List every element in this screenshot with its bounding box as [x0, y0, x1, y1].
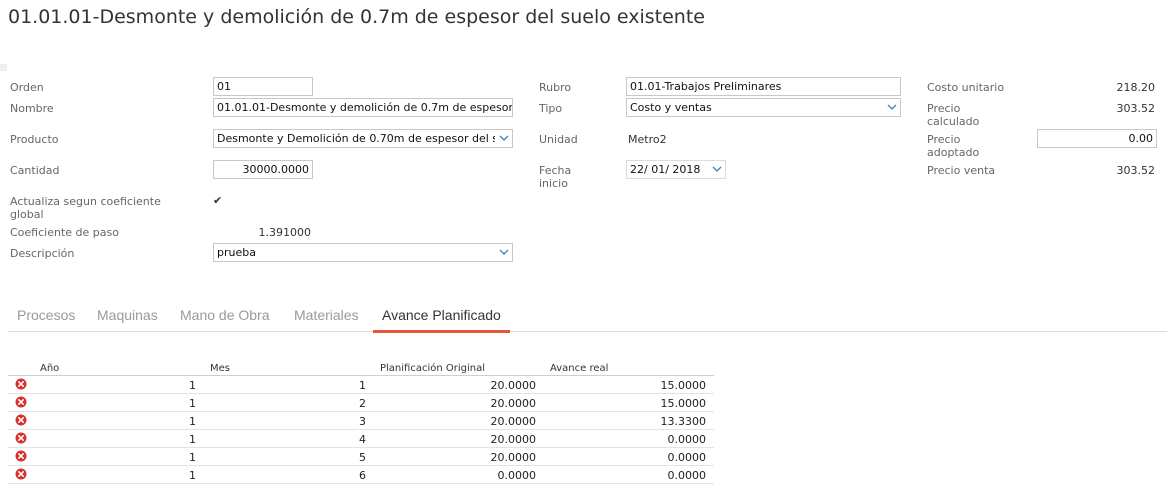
actualiza-coeficiente-label: Actualiza segun coeficiente global: [10, 195, 161, 221]
table-row[interactable]: 1 5 20.0000 0.0000: [8, 448, 714, 466]
cell-mes: 1: [359, 379, 366, 392]
cell-avance: 15.0000: [660, 397, 707, 410]
cell-anio: 1: [189, 469, 196, 482]
precio-calculado-label: Precio calculado: [927, 102, 980, 128]
col-header-anio[interactable]: Año: [40, 363, 59, 374]
table-row[interactable]: 1 3 20.0000 13.3300: [8, 412, 714, 430]
cell-avance: 15.0000: [660, 379, 707, 392]
fecha-inicio-label: Fecha inicio: [539, 164, 572, 190]
table-row[interactable]: 1 1 20.0000 15.0000: [8, 376, 714, 394]
nombre-input[interactable]: 01.01.01-Desmonte y demolición de 0.7m d…: [213, 98, 513, 117]
grid-header: Año Mes Planificación Original Avance re…: [8, 360, 714, 376]
panel-corner-marker: [0, 64, 7, 71]
tab-bar: Procesos Maquinas Mano de Obra Materiale…: [8, 296, 1167, 333]
cell-mes: 6: [359, 469, 366, 482]
cell-planificacion: 20.0000: [490, 451, 537, 464]
cell-anio: 1: [189, 379, 196, 392]
producto-select-value: Desmonte y Demolición de 0.70m de espeso…: [217, 132, 495, 145]
cell-anio: 1: [189, 451, 196, 464]
descripcion-select[interactable]: prueba: [213, 243, 513, 262]
page-title: 01.01.01-Desmonte y demolición de 0.7m d…: [8, 6, 705, 28]
cell-planificacion: 20.0000: [490, 379, 537, 392]
cantidad-input[interactable]: 30000.0000: [213, 160, 313, 179]
descripcion-select-value: prueba: [217, 246, 256, 259]
delete-row-icon[interactable]: [15, 432, 27, 444]
precio-venta-label: Precio venta: [927, 164, 996, 177]
col-header-avance[interactable]: Avance real: [550, 363, 608, 374]
delete-row-icon[interactable]: [15, 378, 27, 390]
precio-venta-value: 303.52: [1116, 164, 1156, 177]
grid-body: 1 1 20.0000 15.0000 1 2 20.0000 15.0000 1 3 20.000…: [8, 376, 714, 484]
rubro-label: Rubro: [539, 81, 572, 94]
chevron-down-icon: [712, 163, 722, 175]
tab-maquinas[interactable]: Maquinas: [97, 306, 158, 331]
delete-row-icon[interactable]: [15, 468, 27, 480]
costo-unitario-value: 218.20: [1116, 81, 1156, 94]
cell-mes: 4: [359, 433, 366, 446]
precio-adoptado-input-value: 0.00: [1128, 132, 1154, 145]
fecha-inicio-value: 22/ 01/ 2018: [630, 163, 701, 176]
cell-avance: 13.3300: [660, 415, 707, 428]
delete-row-icon[interactable]: [15, 414, 27, 426]
cell-planificacion: 20.0000: [490, 397, 537, 410]
cell-planificacion: 20.0000: [490, 415, 537, 428]
cell-mes: 2: [359, 397, 366, 410]
unidad-label: Unidad: [539, 133, 578, 146]
actualiza-coeficiente-checkbox[interactable]: ✔: [213, 195, 225, 207]
cell-planificacion: 20.0000: [490, 433, 537, 446]
tipo-select[interactable]: Costo y ventas: [626, 98, 901, 117]
cell-anio: 1: [189, 433, 196, 446]
cell-mes: 3: [359, 415, 366, 428]
chevron-down-icon: [499, 132, 509, 144]
orden-label: Orden: [10, 81, 44, 94]
table-row[interactable]: 1 6 0.0000 0.0000: [8, 466, 714, 484]
rubro-input-value: 01.01-Trabajos Preliminares: [630, 80, 782, 93]
nombre-label: Nombre: [10, 102, 54, 115]
cantidad-label: Cantidad: [10, 164, 60, 177]
costo-unitario-label: Costo unitario: [927, 81, 1005, 94]
orden-input-value: 01: [217, 80, 231, 93]
chevron-down-icon: [887, 101, 897, 113]
tab-mano-de-obra[interactable]: Mano de Obra: [180, 306, 270, 331]
producto-select[interactable]: Desmonte y Demolición de 0.70m de espeso…: [213, 129, 513, 148]
tipo-select-value: Costo y ventas: [630, 101, 712, 114]
cantidad-input-value: 30000.0000: [242, 163, 309, 176]
descripcion-label: Descripción: [10, 247, 75, 260]
precio-adoptado-input[interactable]: 0.00: [1037, 129, 1157, 148]
coeficiente-paso-value: 1.391000: [258, 226, 312, 239]
cell-anio: 1: [189, 397, 196, 410]
table-row[interactable]: 1 4 20.0000 0.0000: [8, 430, 714, 448]
coeficiente-paso-label: Coeficiente de paso: [10, 226, 119, 239]
chevron-down-icon: [499, 246, 509, 258]
cell-anio: 1: [189, 415, 196, 428]
table-row[interactable]: 1 2 20.0000 15.0000: [8, 394, 714, 412]
unidad-value: Metro2: [628, 133, 667, 146]
tab-procesos[interactable]: Procesos: [17, 306, 75, 331]
tab-avance-planificado[interactable]: Avance Planificado: [373, 306, 510, 333]
tab-materiales[interactable]: Materiales: [294, 306, 359, 331]
cell-avance: 0.0000: [667, 469, 707, 482]
rubro-input[interactable]: 01.01-Trabajos Preliminares: [626, 77, 901, 96]
fecha-inicio-picker[interactable]: 22/ 01/ 2018: [626, 160, 726, 179]
cell-planificacion: 0.0000: [497, 469, 537, 482]
producto-label: Producto: [10, 133, 59, 146]
precio-calculado-value: 303.52: [1116, 102, 1156, 115]
nombre-input-value: 01.01.01-Desmonte y demolición de 0.7m d…: [217, 101, 513, 114]
tipo-label: Tipo: [539, 102, 563, 115]
orden-input[interactable]: 01: [213, 77, 313, 96]
col-header-planificacion[interactable]: Planificación Original: [380, 363, 485, 374]
cell-avance: 0.0000: [667, 433, 707, 446]
col-header-mes[interactable]: Mes: [210, 363, 230, 374]
delete-row-icon[interactable]: [15, 396, 27, 408]
cell-avance: 0.0000: [667, 451, 707, 464]
delete-row-icon[interactable]: [15, 450, 27, 462]
avance-planificado-grid: Año Mes Planificación Original Avance re…: [8, 360, 714, 484]
precio-adoptado-label: Precio adoptado: [927, 133, 980, 159]
cell-mes: 5: [359, 451, 366, 464]
